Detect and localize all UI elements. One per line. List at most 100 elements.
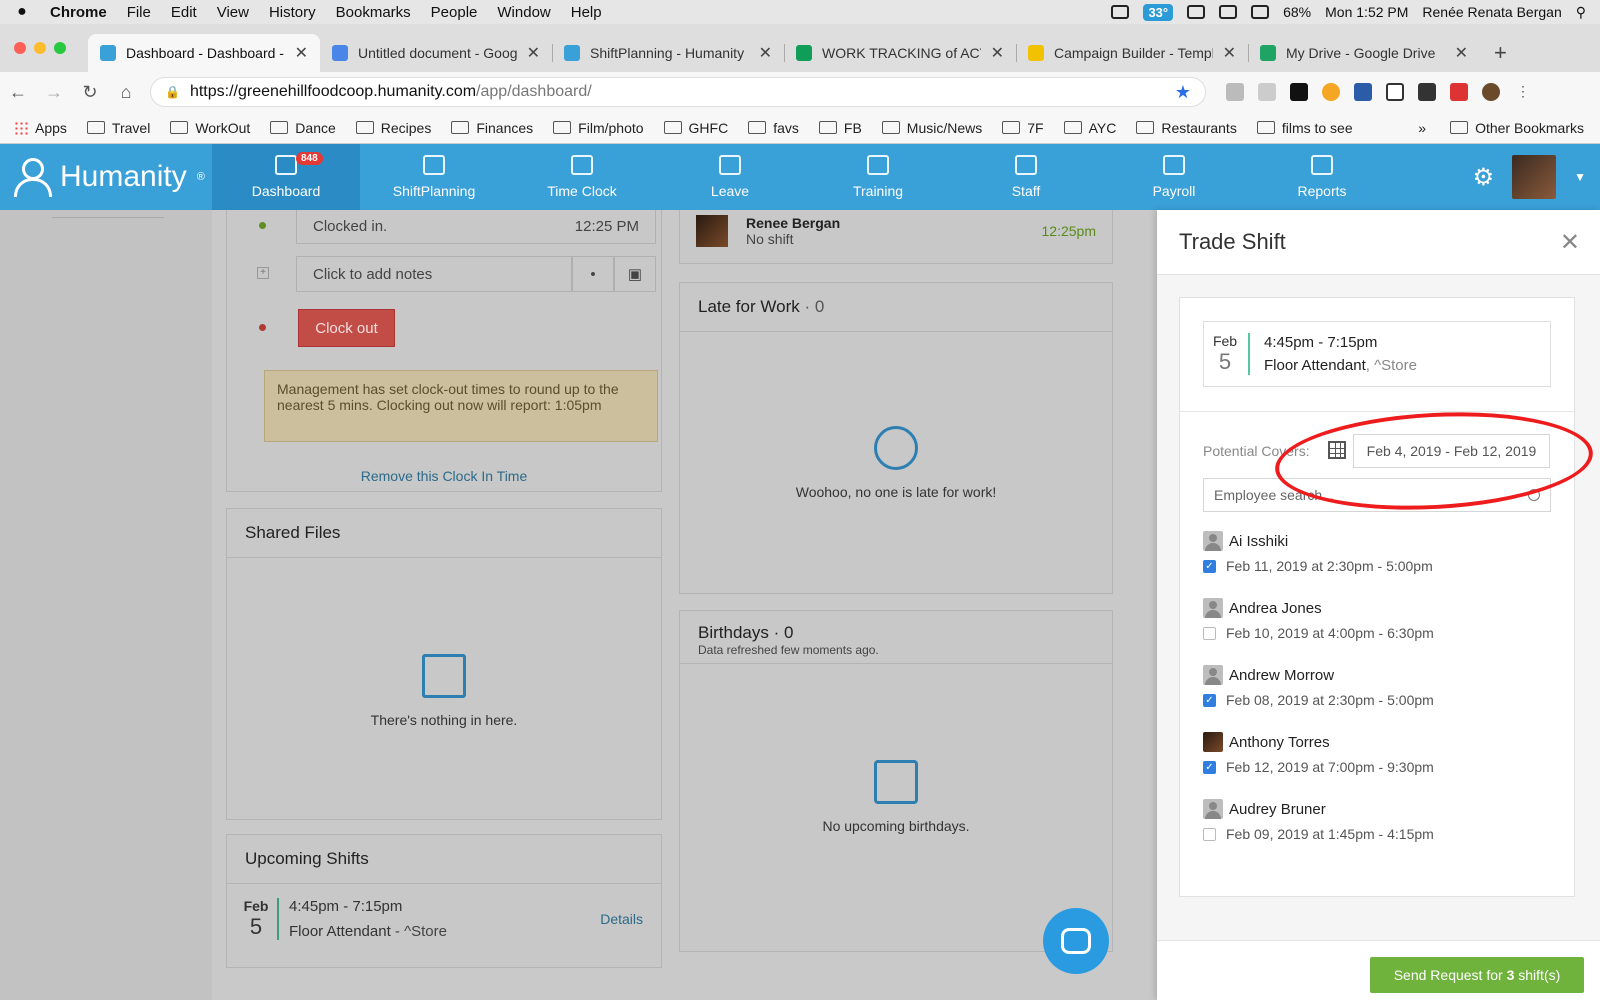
bookmark-item[interactable]: 7F (1002, 120, 1044, 136)
nav-training[interactable]: Training (804, 144, 952, 210)
bookmark-item[interactable]: Finances (451, 120, 533, 136)
extension-dots-icon[interactable] (1418, 83, 1436, 101)
profile-avatar-icon[interactable] (1482, 83, 1500, 101)
extension-amazon-icon[interactable] (1290, 83, 1308, 101)
minimize-window-icon[interactable] (34, 42, 46, 54)
nav-dashboard[interactable]: Dashboard 848 (212, 144, 360, 210)
bookmark-item[interactable]: GHFC (663, 120, 728, 136)
location-pin-icon[interactable]: • (572, 256, 614, 292)
bookmark-item[interactable]: favs (748, 120, 799, 136)
tab-title: Dashboard - Dashboard - (126, 45, 284, 61)
bookmark-item[interactable]: Music/News (881, 120, 982, 136)
battery-percent[interactable]: 68% (1283, 4, 1311, 20)
extension-cube-icon[interactable] (1386, 83, 1404, 101)
expand-icon[interactable]: + (257, 267, 269, 279)
bookmark-item[interactable]: Recipes (355, 120, 431, 136)
chevron-down-icon[interactable]: ▼ (1574, 170, 1586, 184)
spotlight-icon[interactable]: ⚲ (1576, 4, 1586, 21)
menu-window[interactable]: Window (487, 4, 560, 21)
browser-tab[interactable]: Campaign Builder - Templ ✕ (1016, 34, 1248, 72)
browser-tab[interactable]: WORK TRACKING of ACTI ✕ (784, 34, 1016, 72)
display-icon[interactable] (1111, 5, 1130, 19)
tab-close-icon[interactable]: ✕ (295, 43, 308, 63)
menu-edit[interactable]: Edit (161, 4, 207, 21)
browser-tab[interactable]: My Drive - Google Drive ✕ (1248, 34, 1480, 72)
extension-check-icon[interactable] (1258, 83, 1276, 101)
cloud-icon[interactable] (1187, 5, 1206, 19)
bookmark-item[interactable]: Film/photo (553, 120, 644, 136)
nav-staff[interactable]: Staff (952, 144, 1100, 210)
extension-calendar-icon[interactable] (1354, 83, 1372, 101)
menu-bookmarks[interactable]: Bookmarks (326, 4, 421, 21)
shared-files-panel: Shared Files There's nothing in here. (226, 508, 662, 820)
menu-people[interactable]: People (421, 4, 488, 21)
weather-badge[interactable]: 33° (1143, 3, 1174, 21)
lock-icon[interactable]: 🔒 (165, 85, 180, 99)
dashboard-sidebar (0, 210, 212, 1000)
gear-icon[interactable]: ⚙ (1473, 163, 1495, 192)
back-icon[interactable]: ← (0, 82, 36, 103)
nav-payroll[interactable]: Payroll (1100, 144, 1248, 210)
forward-icon[interactable]: → (36, 82, 72, 103)
home-icon[interactable]: ⌂ (108, 82, 144, 103)
chrome-menu-icon[interactable]: ⋮ (1514, 83, 1532, 101)
extension-red-icon[interactable] (1450, 83, 1468, 101)
volume-icon[interactable] (1251, 5, 1270, 19)
cover-checkbox[interactable]: ✓ (1203, 693, 1216, 707)
bookmark-star-icon[interactable]: ★ (1175, 82, 1191, 103)
notes-input[interactable]: Click to add notes (296, 256, 572, 292)
briefcase-icon[interactable]: ▣ (614, 256, 656, 292)
bookmark-item[interactable]: WorkOut (170, 120, 250, 136)
bookmark-item[interactable]: Apps (14, 120, 67, 136)
tab-close-icon[interactable]: ✕ (759, 43, 772, 63)
bookmarks-overflow-icon[interactable]: » (1418, 120, 1426, 136)
menu-file[interactable]: File (117, 4, 161, 21)
extension-star-icon[interactable] (1322, 83, 1340, 101)
close-icon[interactable]: ✕ (1560, 228, 1580, 257)
other-bookmarks[interactable]: Other Bookmarks (1450, 120, 1584, 136)
cover-checkbox[interactable]: ✓ (1203, 760, 1216, 774)
remove-clock-in-link[interactable]: Remove this Clock In Time (226, 468, 662, 484)
reload-icon[interactable]: ↻ (72, 82, 108, 103)
tab-close-icon[interactable]: ✕ (991, 43, 1004, 63)
bookmark-item[interactable]: Travel (86, 120, 150, 136)
wifi-icon[interactable] (1219, 5, 1238, 19)
bookmark-item[interactable]: FB (818, 120, 862, 136)
bookmark-item[interactable]: films to see (1256, 120, 1353, 136)
browser-tab[interactable]: Untitled document - Goog ✕ (320, 34, 552, 72)
send-request-button[interactable]: Send Request for 3 shift(s) (1370, 957, 1584, 993)
address-bar[interactable]: 🔒 https://greenehillfoodcoop.humanity.co… (150, 77, 1206, 107)
menu-help[interactable]: Help (561, 4, 612, 21)
bookmark-item[interactable]: AYC (1063, 120, 1116, 136)
apple-icon[interactable]: ● (0, 3, 44, 21)
menubar-user[interactable]: Renée Renata Bergan (1422, 4, 1561, 20)
cover-checkbox[interactable] (1203, 626, 1216, 640)
clock-out-button[interactable]: Clock out (298, 309, 395, 347)
upcoming-shift-details-link[interactable]: Details (600, 911, 643, 927)
bookmark-item[interactable]: Restaurants (1136, 120, 1237, 136)
chat-launcher-button[interactable] (1043, 908, 1109, 974)
browser-tab[interactable]: Dashboard - Dashboard - ✕ (88, 34, 320, 72)
nav-leave[interactable]: Leave (656, 144, 804, 210)
nav-time-clock[interactable]: Time Clock (508, 144, 656, 210)
menu-history[interactable]: History (259, 4, 326, 21)
menu-app-name[interactable]: Chrome (44, 4, 117, 21)
browser-tab[interactable]: ShiftPlanning - Humanity ✕ (552, 34, 784, 72)
bookmark-item[interactable]: Dance (270, 120, 336, 136)
tab-close-icon[interactable]: ✕ (1223, 43, 1236, 63)
tab-close-icon[interactable]: ✕ (527, 43, 540, 63)
nav-shiftplanning[interactable]: ShiftPlanning (360, 144, 508, 210)
menu-view[interactable]: View (207, 4, 259, 21)
user-avatar[interactable] (1512, 155, 1557, 199)
menubar-clock[interactable]: Mon 1:52 PM (1325, 4, 1408, 20)
maximize-window-icon[interactable] (54, 42, 66, 54)
tab-close-icon[interactable]: ✕ (1455, 43, 1468, 63)
close-window-icon[interactable] (14, 42, 26, 54)
new-tab-button[interactable]: + (1480, 34, 1507, 72)
cover-checkbox[interactable] (1203, 827, 1216, 841)
cover-checkbox[interactable]: ✓ (1203, 559, 1216, 573)
nav-reports[interactable]: Reports (1248, 144, 1396, 210)
humanity-logo[interactable]: Humanity ® (0, 144, 212, 210)
extension-drive-icon[interactable] (1226, 83, 1244, 101)
birthdays-header: Birthdays · 0 Data refreshed few moments… (680, 611, 1112, 664)
